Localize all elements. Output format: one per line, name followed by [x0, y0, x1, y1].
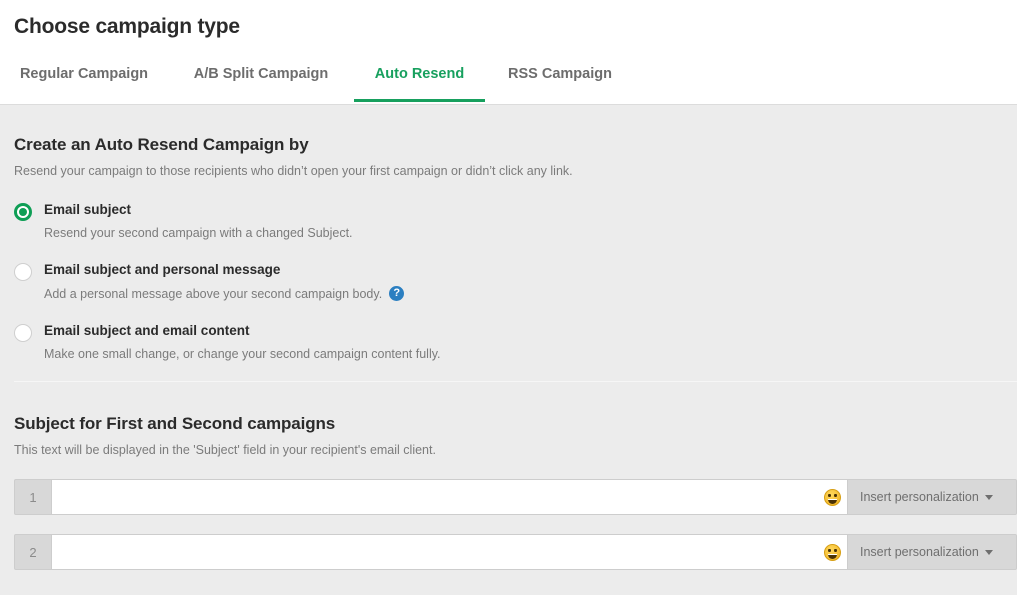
insert-personalization-button-2[interactable]: Insert personalization [848, 534, 1017, 570]
chevron-down-icon [984, 494, 993, 500]
tab-regular-campaign[interactable]: Regular Campaign [0, 60, 168, 102]
radio-desc-row-email-subject-email-content: Make one small change, or change your se… [44, 347, 1003, 361]
subject-rows: 1 Insert personalization 2 Insert person… [14, 479, 1017, 570]
radio-label-email-subject-email-content[interactable]: Email subject and email content [44, 323, 250, 338]
subject-input-wrap-1 [51, 479, 848, 515]
tab-auto-resend[interactable]: Auto Resend [354, 60, 485, 102]
campaign-type-section: Create an Auto Resend Campaign by Resend… [14, 135, 1003, 361]
subject-input-1[interactable] [52, 480, 817, 514]
radio-label-email-subject-personal-message[interactable]: Email subject and personal message [44, 262, 280, 277]
radio-row-email-subject[interactable]: Email subject Resend your second campaig… [14, 201, 1003, 240]
subject-row-1: 1 Insert personalization [14, 479, 1017, 515]
campaign-type-tabs: Regular Campaign A/B Split Campaign Auto… [0, 60, 635, 102]
chevron-down-icon [984, 549, 993, 555]
campaign-type-page: Choose campaign type Regular Campaign A/… [0, 0, 1017, 595]
insert-personalization-label-1: Insert personalization [860, 490, 979, 504]
section-subtitle-create-campaign: Resend your campaign to those recipients… [14, 164, 573, 178]
radio-description-email-subject-email-content: Make one small change, or change your se… [44, 347, 441, 361]
subject-row-2: 2 Insert personalization [14, 534, 1017, 570]
smiley-icon[interactable] [817, 480, 847, 514]
help-icon[interactable]: ? [389, 286, 405, 301]
subject-input-2[interactable] [52, 535, 817, 569]
tab-rss-campaign[interactable]: RSS Campaign [485, 60, 635, 102]
tab-ab-split-campaign[interactable]: A/B Split Campaign [168, 60, 354, 102]
radio-label-email-subject[interactable]: Email subject [44, 202, 131, 217]
smiley-icon[interactable] [817, 535, 847, 569]
subject-input-wrap-2 [51, 534, 848, 570]
radio-desc-row-email-subject-personal-message: Add a personal message above your second… [44, 286, 1003, 301]
section-title-create-campaign: Create an Auto Resend Campaign by [14, 135, 309, 154]
page-header: Choose campaign type Regular Campaign A/… [0, 0, 1017, 105]
section-divider [14, 381, 1017, 382]
radio-desc-row-email-subject: Resend your second campaign with a chang… [44, 226, 1003, 240]
section-title-subject: Subject for First and Second campaigns [14, 414, 336, 433]
subject-section: Subject for First and Second campaigns T… [14, 414, 1017, 570]
radio-row-email-subject-personal-message[interactable]: Email subject and personal message Add a… [14, 261, 1003, 301]
page-title: Choose campaign type [14, 15, 240, 38]
radio-email-subject-email-content[interactable] [14, 324, 32, 342]
radio-row-email-subject-email-content[interactable]: Email subject and email content Make one… [14, 322, 1003, 361]
section-subtitle-subject: This text will be displayed in the 'Subj… [14, 443, 436, 457]
radio-description-email-subject: Resend your second campaign with a chang… [44, 226, 353, 240]
page-body: Create an Auto Resend Campaign by Resend… [0, 105, 1017, 595]
subject-row-number-1: 1 [14, 479, 51, 515]
campaign-type-radio-group: Email subject Resend your second campaig… [14, 201, 1003, 361]
insert-personalization-label-2: Insert personalization [860, 545, 979, 559]
insert-personalization-button-1[interactable]: Insert personalization [848, 479, 1017, 515]
radio-description-email-subject-personal-message: Add a personal message above your second… [44, 286, 383, 301]
radio-email-subject[interactable] [14, 203, 32, 221]
radio-email-subject-personal-message[interactable] [14, 263, 32, 281]
subject-row-number-2: 2 [14, 534, 51, 570]
